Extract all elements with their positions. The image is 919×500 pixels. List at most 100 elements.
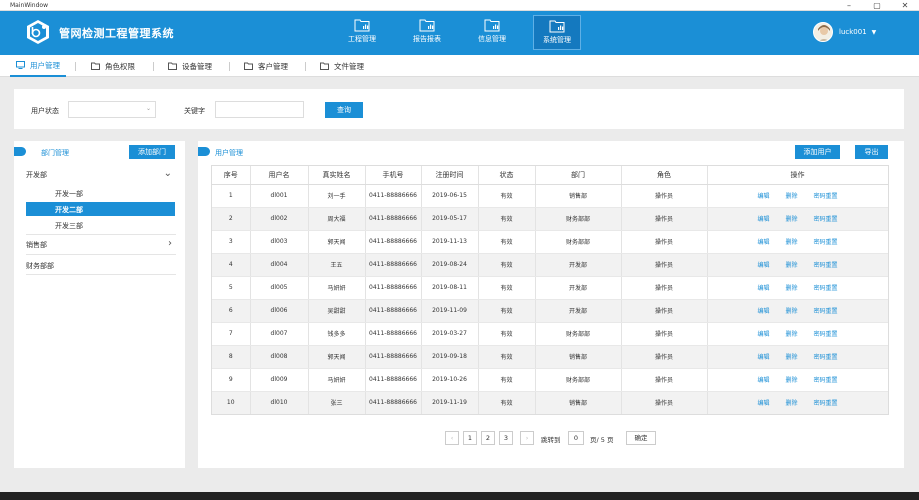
nav-reports[interactable]: 报告报表: [403, 15, 451, 50]
folder-chart-icon: [354, 19, 370, 32]
nav-info-management[interactable]: 信息管理: [468, 15, 516, 50]
tab-user-management[interactable]: 用户管理: [10, 55, 66, 77]
tree-item-dev-2-selected[interactable]: 开发二部: [26, 202, 175, 216]
delete-link[interactable]: 删除: [785, 354, 797, 361]
table-cell: 8: [212, 345, 251, 369]
folder-chart-icon: [484, 19, 500, 32]
edit-link[interactable]: 编辑: [757, 193, 769, 200]
nav-project-management[interactable]: 工程管理: [338, 15, 386, 50]
table-header-row: 序号 用户名 真实姓名 手机号 注册时间 状态 部门 角色 操作: [212, 166, 888, 185]
delete-link[interactable]: 删除: [785, 285, 797, 292]
tab-divider: [153, 62, 154, 71]
table-cell: 开发部: [535, 276, 622, 300]
edit-link[interactable]: 编辑: [757, 262, 769, 269]
search-button[interactable]: 查询: [325, 102, 363, 118]
tree-item-dev-1[interactable]: 开发一部: [55, 189, 175, 199]
table-cell: 0411-88886666: [365, 276, 422, 300]
tab-role-permissions[interactable]: 角色权限: [91, 55, 135, 77]
table-row[interactable]: 7 dl007 钱多多 0411-88886666 2019-03-27 有效 财务部部 操作…: [212, 322, 888, 346]
edit-link[interactable]: 编辑: [757, 354, 769, 361]
tab-file-management[interactable]: 文件管理: [320, 55, 364, 77]
reset-password-link[interactable]: 密码重置: [814, 285, 838, 292]
table-cell: 有效: [478, 391, 536, 414]
user-menu[interactable]: luck001 ▼: [813, 22, 876, 42]
delete-link[interactable]: 删除: [785, 193, 797, 200]
tree-divider: [26, 274, 176, 275]
reset-password-link[interactable]: 密码重置: [814, 400, 838, 407]
add-department-button[interactable]: 添加部门: [129, 145, 175, 159]
delete-link[interactable]: 删除: [785, 239, 797, 246]
edit-link[interactable]: 编辑: [757, 377, 769, 384]
edit-link[interactable]: 编辑: [757, 331, 769, 338]
reset-password-link[interactable]: 密码重置: [814, 308, 838, 315]
table-cell: 郭天闻: [308, 345, 366, 369]
delete-link[interactable]: 删除: [785, 331, 797, 338]
table-row[interactable]: 6 dl006 吴甜甜 0411-88886666 2019-11-09 有效 开发部 操作员…: [212, 299, 888, 323]
chevron-down-icon: ⌄: [145, 105, 151, 112]
table-row[interactable]: 8 dl008 郭天闻 0411-88886666 2019-09-18 有效 销售部 操作员…: [212, 345, 888, 369]
total-pages-label: 页/ 5 页: [590, 436, 614, 444]
tree-item-dev[interactable]: 开发部 ⌄: [26, 168, 176, 180]
tree-item-dev-3[interactable]: 开发三部: [55, 221, 175, 231]
tree-item-finance[interactable]: 财务部部: [26, 261, 176, 271]
delete-link[interactable]: 删除: [785, 377, 797, 384]
pager-prev-button[interactable]: ‹: [445, 431, 459, 445]
edit-link[interactable]: 编辑: [757, 239, 769, 246]
pager-page-1[interactable]: 1: [463, 431, 477, 445]
edit-link[interactable]: 编辑: [757, 216, 769, 223]
export-button[interactable]: 导出: [855, 145, 888, 159]
pager-next-button[interactable]: ›: [520, 431, 534, 445]
pager-page-3[interactable]: 3: [499, 431, 513, 445]
tree-item-sales[interactable]: 销售部 ›: [26, 238, 176, 250]
add-user-button[interactable]: 添加用户: [795, 145, 840, 159]
edit-link[interactable]: 编辑: [757, 308, 769, 315]
table-row[interactable]: 1 dl001 刘一手 0411-88886666 2019-06-15 有效 销售部 操作员…: [212, 184, 888, 208]
delete-link[interactable]: 删除: [785, 262, 797, 269]
pager-page-2[interactable]: 2: [481, 431, 495, 445]
tab-label: 用户管理: [30, 60, 60, 70]
tab-customer-management[interactable]: 客户管理: [244, 55, 288, 77]
table-cell: 0411-88886666: [365, 368, 422, 392]
reset-password-link[interactable]: 密码重置: [814, 239, 838, 246]
reset-password-link[interactable]: 密码重置: [814, 262, 838, 269]
column-header: 用户名: [250, 166, 309, 185]
table-cell: 财务部部: [535, 322, 622, 346]
reset-password-link[interactable]: 密码重置: [814, 216, 838, 223]
status-select[interactable]: ⌄: [68, 101, 156, 118]
folder-icon: [320, 62, 329, 70]
delete-link[interactable]: 删除: [785, 216, 797, 223]
delete-link[interactable]: 删除: [785, 400, 797, 407]
goto-page-input[interactable]: 0: [568, 431, 584, 445]
edit-link[interactable]: 编辑: [757, 285, 769, 292]
actions-cell: 编辑 删除 密码重置: [707, 230, 888, 254]
nav-system-management[interactable]: 系统管理: [533, 15, 581, 50]
table-cell: 有效: [478, 322, 536, 346]
reset-password-link[interactable]: 密码重置: [814, 354, 838, 361]
table-row[interactable]: 2 dl002 周大福 0411-88886666 2019-05-17 有效 财务部部 操作…: [212, 207, 888, 231]
reset-password-link[interactable]: 密码重置: [814, 377, 838, 384]
app-title: 管网检测工程管理系统: [59, 27, 174, 40]
delete-link[interactable]: 删除: [785, 308, 797, 315]
table-row[interactable]: 3 dl003 郭天闻 0411-88886666 2019-11-13 有效 财务部部 操作…: [212, 230, 888, 254]
table-cell: 开发部: [535, 299, 622, 323]
confirm-button[interactable]: 确定: [626, 431, 656, 445]
minimize-button[interactable]: –: [835, 0, 863, 11]
column-header: 角色: [621, 166, 708, 185]
table-row[interactable]: 4 dl004 王五 0411-88886666 2019-08-24 有效 开发部 操作员编…: [212, 253, 888, 277]
reset-password-link[interactable]: 密码重置: [814, 193, 838, 200]
tab-device-management[interactable]: 设备管理: [168, 55, 212, 77]
close-button[interactable]: ✕: [891, 0, 919, 11]
table-row[interactable]: 9 dl009 马妍妍 0411-88886666 2019-10-26 有效 财务部部 操作…: [212, 368, 888, 392]
table-cell: dl006: [250, 299, 309, 323]
keyword-input[interactable]: [215, 101, 304, 118]
table-row[interactable]: 10 dl010 张三 0411-88886666 2019-11-19 有效 销售部 操作员…: [212, 391, 888, 414]
table-cell: 0411-88886666: [365, 391, 422, 414]
taskbar: [0, 492, 919, 500]
chevron-down-icon: ⌄: [163, 168, 172, 179]
reset-password-link[interactable]: 密码重置: [814, 331, 838, 338]
table-row[interactable]: 5 dl005 马妍妍 0411-88886666 2019-08-11 有效 开发部 操作员…: [212, 276, 888, 300]
app-logo-icon: [27, 20, 49, 44]
maximize-button[interactable]: ▢: [863, 0, 891, 11]
edit-link[interactable]: 编辑: [757, 400, 769, 407]
tab-label: 客户管理: [258, 61, 288, 71]
